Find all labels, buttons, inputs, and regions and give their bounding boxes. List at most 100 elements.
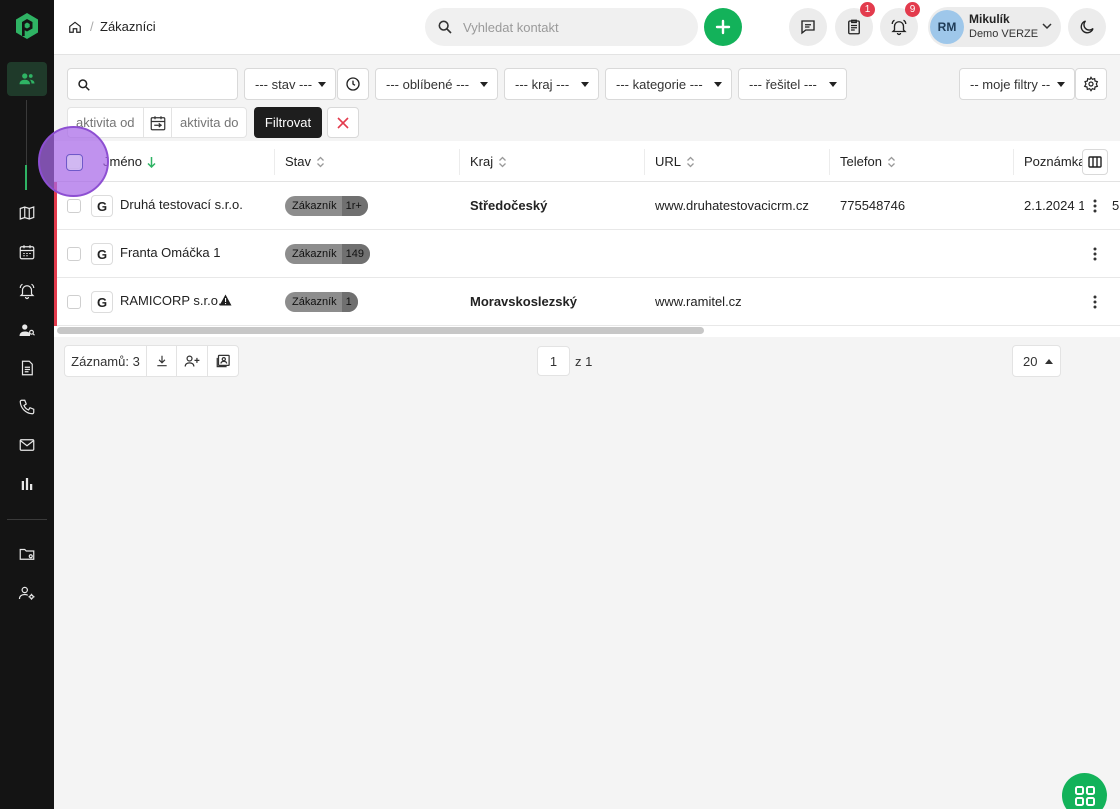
column-header-jmeno[interactable]: Jméno [103,154,156,169]
clipboard-icon [848,19,860,35]
contact-search-input[interactable] [463,17,683,37]
caret-down-icon [318,82,326,87]
app-logo-icon[interactable] [15,12,39,40]
dark-mode-toggle[interactable] [1068,8,1106,46]
filter-kategorie[interactable]: --- kategorie --- [605,68,732,100]
row-menu-icon[interactable] [1090,293,1100,311]
current-page[interactable]: 1 [537,346,570,376]
column-header-kraj[interactable]: Kraj [470,154,507,169]
folder-settings-icon [19,548,35,560]
google-icon[interactable]: G [91,195,113,217]
column-divider [459,149,460,175]
row-checkbox[interactable] [67,199,81,213]
google-icon[interactable]: G [91,291,113,313]
records-toolbar: Záznamů: 3 [64,345,239,377]
table-row[interactable]: G Franta Omáčka 1 Zákazník 149 [54,230,1120,278]
phone-cell[interactable]: 775548746 [840,198,905,213]
sidebar [0,0,54,809]
filter-resitel[interactable]: --- řešitel --- [738,68,847,100]
search-icon [78,79,90,91]
add-button[interactable] [704,8,742,46]
sidebar-item-calls[interactable] [7,390,47,424]
customer-name[interactable]: Druhá testovací s.r.o. [120,197,243,212]
filter-kraj[interactable]: --- kraj --- [504,68,599,100]
column-header-telefon[interactable]: Telefon [840,154,896,169]
moon-icon [1080,20,1094,34]
date-range-button[interactable] [143,107,172,138]
caret-down-icon [829,82,837,87]
row-checkbox[interactable] [67,295,81,309]
filter-moje-filtry[interactable]: -- moje filtry -- [959,68,1075,100]
column-header-poznamka[interactable]: Poznámka [1024,154,1085,169]
sidebar-item-documents[interactable] [7,351,47,385]
status-count: 149 [341,244,370,264]
url-link[interactable]: www.ramitel.cz [655,294,742,309]
click-highlight [38,126,109,197]
sidebar-item-customers[interactable] [7,62,47,96]
home-icon[interactable] [68,20,82,34]
caret-down-icon [1057,82,1065,87]
row-priority-marker [54,230,57,278]
column-header-url[interactable]: URL [655,154,695,169]
filter-oblibene[interactable]: --- oblíbené --- [375,68,498,100]
chat-icon [801,20,815,35]
sidebar-item-mail[interactable] [7,428,47,462]
messages-button[interactable] [789,8,827,46]
caret-up-icon [1045,359,1053,364]
google-icon[interactable]: G [91,243,113,265]
horizontal-scrollbar[interactable] [57,327,704,334]
table-search-field[interactable] [67,68,238,100]
sidebar-item-alerts[interactable] [7,274,47,308]
column-header-stav[interactable]: Stav [285,154,325,169]
sidebar-item-files[interactable] [7,537,47,571]
sidebar-item-reports[interactable] [7,467,47,501]
column-divider [274,149,275,175]
activity-to-input[interactable] [171,107,247,138]
select-all-checkbox-focus[interactable] [66,154,83,171]
row-checkbox[interactable] [67,247,81,261]
sidebar-item-calendar[interactable] [7,235,47,269]
note-cell: 2.1.2024 14 [1024,198,1084,213]
contact-search [425,8,698,46]
plus-icon [715,19,731,35]
filter-submit-button[interactable]: Filtrovat [254,107,322,138]
filter-kraj-label: --- kraj --- [515,76,570,92]
customer-name[interactable]: Franta Omáčka 1 [120,245,220,260]
notes-button[interactable]: 1 [835,2,875,46]
row-menu-icon[interactable] [1090,197,1100,215]
column-header-label: Poznámka [1024,154,1086,169]
clock-icon [346,77,360,91]
table-row[interactable]: G Druhá testovací s.r.o. Zákazník 1r+ St… [54,182,1120,230]
sidebar-item-user-settings[interactable] [7,576,47,610]
clear-filter-button[interactable] [327,107,359,138]
filter-moje-filtry-label: -- moje filtry -- [970,76,1051,92]
url-link[interactable]: www.druhatestovacicrm.cz [655,198,809,213]
table-row[interactable]: G RAMICORP s.r.o. Zákazník 1 Moravskosle… [54,278,1120,326]
apps-button[interactable] [1062,773,1107,809]
per-page-value: 20 [1023,353,1038,369]
avatar: RM [930,10,964,44]
caret-down-icon [480,82,488,87]
user-menu[interactable]: RM Mikulík Demo VERZE [928,7,1061,47]
filter-settings-button[interactable] [1075,68,1107,100]
filter-stav[interactable]: --- stav --- [244,68,336,100]
note-cell-overflow: 5 [1112,198,1120,213]
customer-name[interactable]: RAMICORP s.r.o. [120,293,222,308]
column-chooser-button[interactable] [1082,149,1108,175]
sort-down-icon [147,156,156,168]
status-label: Zákazník [292,296,337,308]
add-contact-button[interactable] [177,346,208,376]
bell-icon [19,283,35,300]
region-cell: Středočeský [470,198,548,213]
phone-icon [19,399,35,415]
notifications-button[interactable]: 9 [880,2,920,46]
export-button[interactable] [147,346,177,376]
sidebar-item-contacts-search[interactable] [7,313,47,347]
region-cell: Moravskoslezský [470,294,577,309]
contact-cards-button[interactable] [208,346,238,376]
per-page-select[interactable]: 20 [1012,345,1061,377]
page-title[interactable]: Zákazníci [100,19,156,34]
history-button[interactable] [337,68,369,100]
row-menu-icon[interactable] [1090,245,1100,263]
sidebar-item-map[interactable] [7,196,47,230]
